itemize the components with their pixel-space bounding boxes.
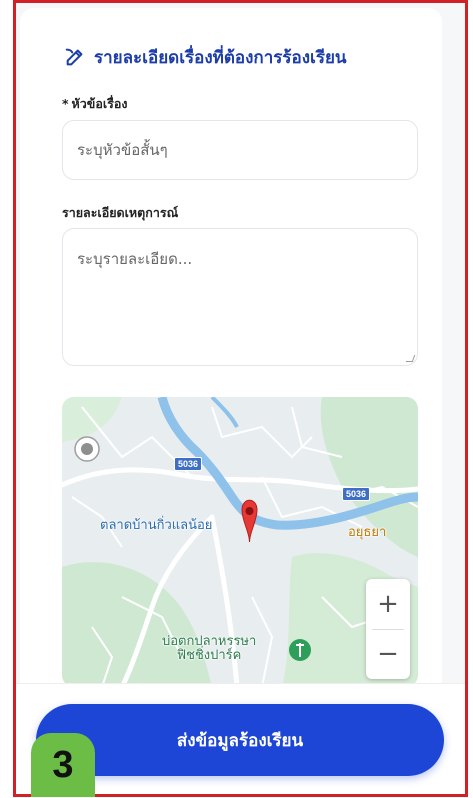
section-title: รายละเอียดเรื่องที่ต้องการร้องเรียน — [64, 42, 347, 72]
road-number-badge: 5036 — [342, 487, 371, 501]
details-placeholder: ระบุรายละเอียด... — [77, 250, 193, 268]
subject-label-text: หัวข้อเรื่อง — [71, 96, 128, 111]
step-number-badge: 3 — [31, 733, 95, 797]
map-place-ayutthaya: อยุธยา — [348, 525, 387, 540]
location-map[interactable]: 5036 5036 ตลาดบ้านกิ่วแลน้อย อยุธยา บ่อต… — [62, 397, 418, 687]
map-place-fishing-park: บ่อตกปลาหรรษา ฟิชชิ่งปาร์ค — [162, 634, 257, 663]
edit-pen-icon — [65, 48, 83, 66]
details-label: รายละเอียดเหตุการณ์ — [62, 203, 178, 223]
submit-button-label: ส่งข้อมูลร้องเรียน — [176, 730, 304, 751]
road-number-badge: 5036 — [174, 457, 203, 471]
subject-placeholder: ระบุหัวข้อสั้นๆ — [77, 141, 168, 159]
map-zoom-control: + − — [366, 579, 410, 679]
details-label-text: รายละเอียดเหตุการณ์ — [62, 205, 179, 220]
map-place-market: ตลาดบ้านกิ่วแลน้อย — [100, 518, 213, 533]
submit-complaint-button[interactable]: ส่งข้อมูลร้องเรียน — [36, 704, 444, 776]
subject-label: * หัวข้อเรื่อง — [62, 94, 127, 114]
zoom-in-button[interactable]: + — [366, 579, 410, 629]
subject-input[interactable]: ระบุหัวข้อสั้นๆ — [62, 120, 418, 180]
required-mark: * — [62, 96, 69, 111]
details-textarea[interactable]: ระบุรายละเอียด... — [62, 228, 418, 366]
resize-handle-icon[interactable] — [405, 355, 416, 362]
zoom-out-button[interactable]: − — [366, 630, 410, 680]
section-title-text: รายละเอียดเรื่องที่ต้องการร้องเรียน — [94, 47, 347, 68]
